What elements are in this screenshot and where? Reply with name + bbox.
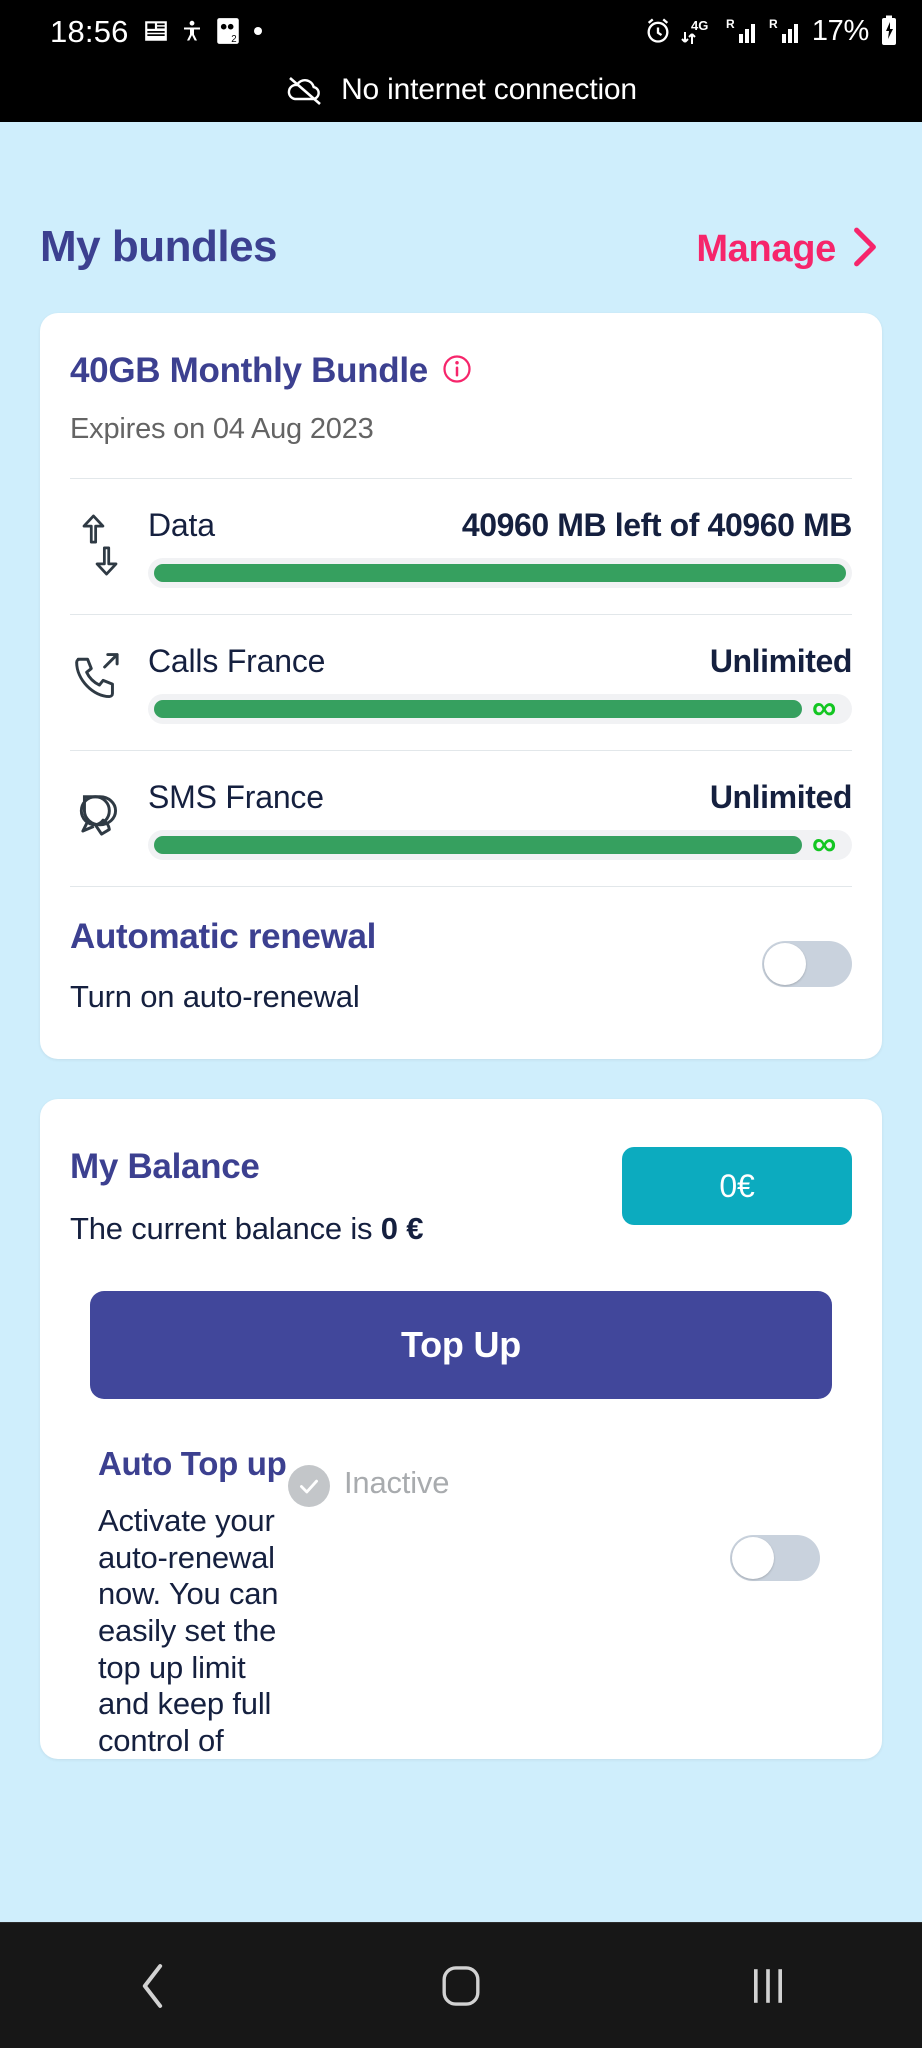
svg-text:R: R <box>726 17 735 31</box>
balance-subtitle-prefix: The current balance is <box>70 1211 381 1246</box>
allocation-value: 40960 MB left of 40960 MB <box>461 507 853 543</box>
cloud-off-icon <box>285 73 325 107</box>
renewal-texts: Automatic renewal Turn on auto-renewal <box>70 917 762 1015</box>
infinity-icon: ∞ <box>812 689 837 728</box>
allocation-body: SMS France Unlimited ∞ <box>148 779 852 864</box>
info-icon[interactable] <box>442 354 472 389</box>
phone-outgoing-icon <box>70 645 130 717</box>
svg-text:2: 2 <box>231 34 236 45</box>
allocation-row-data: Data 40960 MB left of 40960 MB <box>70 479 852 614</box>
status-bar-row: 18:56 2 4G R R 17% <box>0 0 922 62</box>
automatic-renewal-toggle[interactable] <box>762 941 852 987</box>
bundle-title: 40GB Monthly Bundle <box>70 351 428 390</box>
automatic-renewal-title: Automatic renewal <box>70 917 377 956</box>
progress-fill <box>154 700 802 718</box>
svg-text:4G: 4G <box>691 18 708 33</box>
allocation-label: SMS France <box>148 779 324 815</box>
phone-screen: 18:56 2 4G R R 17% No internet connectio… <box>0 0 922 2048</box>
alarm-icon <box>644 17 672 45</box>
automatic-renewal-subtitle: Turn on auto-renewal <box>70 979 360 1014</box>
dual-sim-icon: 2 <box>215 17 241 45</box>
check-circle-icon <box>288 1465 330 1507</box>
allocation-value: Unlimited <box>709 779 853 815</box>
status-right-icons: 4G R R 17% <box>644 15 900 48</box>
bundle-title-row: 40GB Monthly Bundle <box>70 313 852 391</box>
svg-text:R: R <box>769 17 778 31</box>
scroll-content[interactable]: My bundles Manage 40GB Monthly Bundle Ex… <box>0 122 922 1922</box>
no-internet-label: No internet connection <box>341 73 637 106</box>
news-icon <box>143 18 169 44</box>
recents-button[interactable] <box>708 1936 828 2036</box>
allocation-label: Data <box>148 507 215 543</box>
progress-fill <box>154 564 846 582</box>
data-arrows-icon <box>70 509 130 581</box>
auto-top-up-toggle-wrap <box>730 1443 852 1581</box>
progress-fill <box>154 836 802 854</box>
no-internet-banner: No internet connection <box>0 62 922 118</box>
allocation-top: Data 40960 MB left of 40960 MB <box>148 507 852 544</box>
allocation-value: Unlimited <box>709 643 853 679</box>
auto-top-up-status: Inactive <box>288 1443 730 1507</box>
balance-amount: 0 € <box>380 1211 424 1246</box>
home-button[interactable] <box>401 1936 521 2036</box>
dot-icon <box>252 25 264 37</box>
toggle-knob <box>732 1537 774 1579</box>
progress-bar-sms: ∞ <box>148 825 852 864</box>
allocation-row-sms: SMS France Unlimited ∞ <box>70 751 852 886</box>
android-status-bar: 18:56 2 4G R R 17% No internet connectio… <box>0 0 922 122</box>
auto-top-up-section: Auto Top up Activate your auto-renewal n… <box>70 1399 852 1759</box>
4g-data-icon: 4G <box>681 16 717 46</box>
back-chevron-icon <box>138 1963 170 2009</box>
toggle-knob <box>764 943 806 985</box>
top-up-button[interactable]: Top Up <box>90 1291 832 1399</box>
auto-top-up-title: Auto Top up <box>98 1445 287 1482</box>
manage-label: Manage <box>696 228 836 270</box>
automatic-renewal-section: Automatic renewal Turn on auto-renewal <box>70 887 852 1059</box>
auto-top-up-left: Auto Top up Activate your auto-renewal n… <box>98 1443 288 1759</box>
balance-badge[interactable]: 0€ <box>622 1147 852 1225</box>
auto-top-up-toggle[interactable] <box>730 1535 820 1581</box>
allocation-top: Calls France Unlimited <box>148 643 852 680</box>
status-clock: 18:56 <box>50 13 129 49</box>
bundle-card: 40GB Monthly Bundle Expires on 04 Aug 20… <box>40 313 882 1059</box>
bundle-expiry: Expires on 04 Aug 2023 <box>70 413 374 445</box>
battery-percent-label: 17% <box>811 14 869 47</box>
infinity-icon: ∞ <box>812 825 837 864</box>
manage-button[interactable]: Manage <box>696 226 882 273</box>
recents-bars-icon <box>748 1965 788 2007</box>
signal-roaming-2-icon: R <box>769 16 803 46</box>
allocation-top: SMS France Unlimited <box>148 779 852 816</box>
balance-subtitle: The current balance is 0 € <box>70 1211 423 1247</box>
balance-card: My Balance The current balance is 0 € 0€… <box>40 1099 882 1760</box>
balance-title: My Balance <box>70 1147 260 1186</box>
back-button[interactable] <box>94 1936 214 2036</box>
chevron-right-icon <box>848 226 882 273</box>
allocation-row-calls: Calls France Unlimited ∞ <box>70 615 852 750</box>
balance-texts: My Balance The current balance is 0 € <box>70 1147 423 1247</box>
allocation-body: Data 40960 MB left of 40960 MB <box>148 507 852 588</box>
android-nav-bar <box>0 1922 922 2048</box>
allocation-label: Calls France <box>148 643 326 679</box>
progress-bar-data <box>148 558 852 588</box>
page-title: My bundles <box>40 222 278 271</box>
auto-top-up-description: Activate your auto-renewal now. You can … <box>98 1503 279 1758</box>
home-square-icon <box>439 1964 483 2008</box>
balance-top: My Balance The current balance is 0 € 0€ <box>70 1099 852 1247</box>
auto-top-up-status-label: Inactive <box>344 1465 450 1500</box>
progress-bar-calls: ∞ <box>148 689 852 728</box>
signal-roaming-1-icon: R <box>726 16 760 46</box>
page-header: My bundles Manage <box>40 122 882 273</box>
allocation-body: Calls France Unlimited ∞ <box>148 643 852 728</box>
battery-charging-icon <box>878 15 900 47</box>
accessibility-icon <box>180 18 204 44</box>
sms-bubble-icon <box>70 781 130 853</box>
status-left-icons: 2 <box>143 17 264 45</box>
